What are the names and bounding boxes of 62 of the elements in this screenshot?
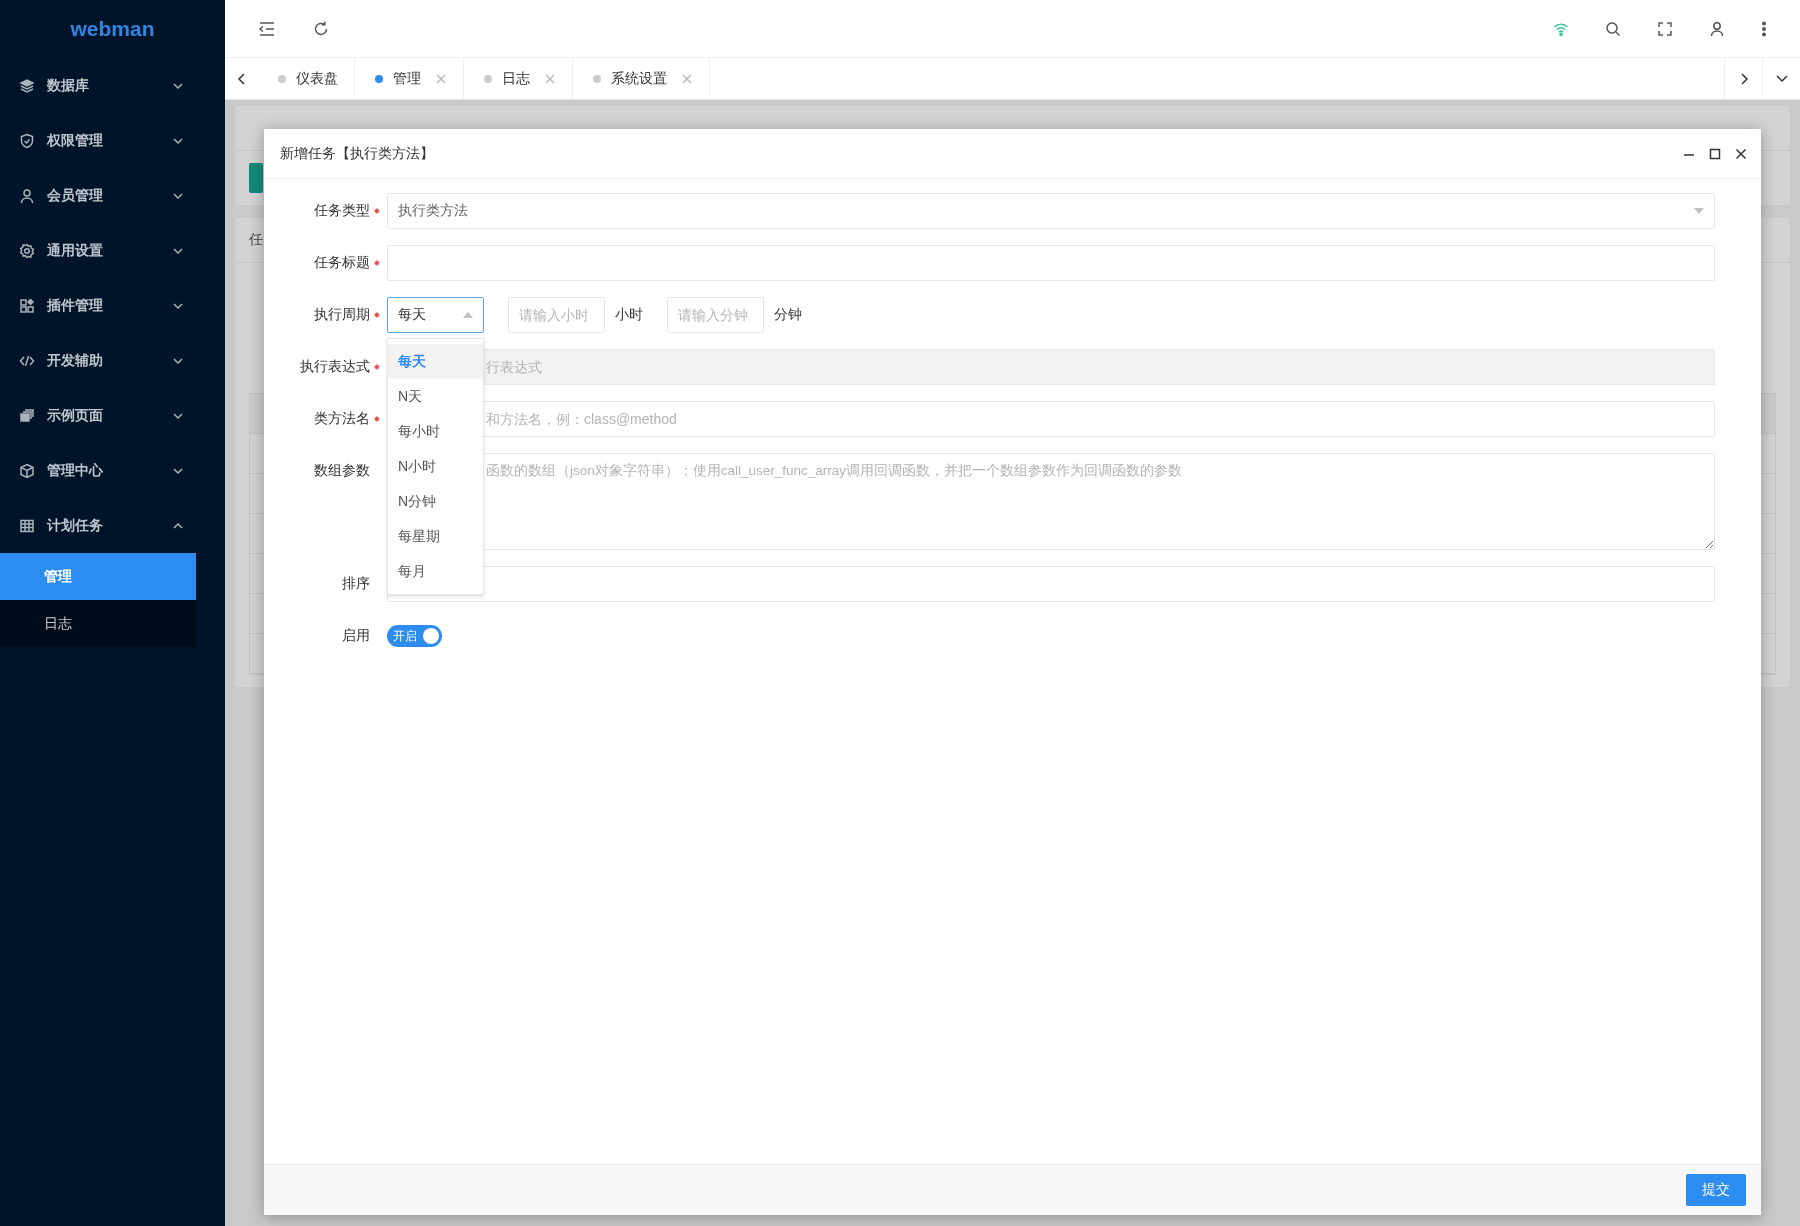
unit-label: 小时 <box>615 306 643 324</box>
text-field[interactable] <box>387 245 1715 281</box>
text-area[interactable]: 函数的数组（json对象字符串）；使用call_user_func_array调用回调函数，并把一个数组参数作为回调函数的参数 <box>484 453 1715 550</box>
chevron-right-icon <box>1738 71 1749 86</box>
dialog-title: 新增任务【执行类方法】 <box>280 144 435 163</box>
sidebar-item[interactable]: 开发辅助 <box>0 333 196 388</box>
hour-field[interactable]: 请输入小时 <box>508 297 605 333</box>
sidebar-item[interactable]: 通用设置 <box>0 223 196 278</box>
search-icon[interactable] <box>1605 20 1621 37</box>
wifi-icon[interactable] <box>1553 21 1569 36</box>
tab[interactable]: 仪表盘 <box>258 58 355 99</box>
stack-icon <box>19 77 35 94</box>
brand-logo: webman <box>70 17 155 41</box>
chevron-left-icon <box>236 71 247 86</box>
refresh-icon[interactable] <box>312 19 330 38</box>
sidebar-item[interactable]: 示例页面 <box>0 388 196 443</box>
sidebar-item[interactable]: 计划任务 <box>0 498 196 553</box>
dropdown-option[interactable]: 每小时 <box>388 414 483 449</box>
table-icon <box>19 517 35 534</box>
sidebar-item[interactable]: 插件管理 <box>0 278 196 333</box>
tab[interactable]: 系统设置 <box>573 58 710 99</box>
field-label: 排序 <box>342 575 370 593</box>
sidebar-item[interactable]: 权限管理 <box>0 113 196 168</box>
cube-icon <box>19 462 35 479</box>
close-icon[interactable] <box>1735 147 1747 160</box>
dropdown-option[interactable]: 每星期 <box>388 519 483 554</box>
dropdown-option[interactable]: 每月 <box>388 554 483 589</box>
dropdown-option[interactable]: N分钟 <box>388 484 483 519</box>
maximize-icon[interactable] <box>1709 147 1721 160</box>
field-label: 类方法名 <box>314 410 370 428</box>
select-field[interactable]: 执行类方法 <box>387 193 1715 229</box>
card-title: 任 <box>249 231 263 249</box>
sidebar-item[interactable]: 管理中心 <box>0 443 196 498</box>
field-label: 启用 <box>342 627 370 645</box>
gear-icon <box>19 242 35 259</box>
field-label: 执行表达式 <box>300 358 370 376</box>
sidebar-item[interactable]: 数据库 <box>0 58 196 113</box>
select-field[interactable]: 每天 <box>387 297 484 333</box>
submenu-item[interactable]: 日志 <box>0 600 196 647</box>
sidebar-item[interactable]: 会员管理 <box>0 168 196 223</box>
field-label: 数组参数 <box>314 462 370 480</box>
fullscreen-icon[interactable] <box>1657 20 1673 37</box>
dropdown-option[interactable]: N天 <box>388 379 483 414</box>
field-label: 任务类型 <box>314 202 370 220</box>
minute-field[interactable]: 请输入分钟 <box>667 297 764 333</box>
shield-icon <box>19 132 35 149</box>
tab[interactable]: 日志 <box>464 58 573 99</box>
field-label: 任务标题 <box>314 254 370 272</box>
user-icon[interactable] <box>1709 20 1725 37</box>
tab[interactable]: 管理 <box>355 58 464 99</box>
chevron-down-icon <box>1774 73 1789 84</box>
unit-label: 分钟 <box>774 306 802 324</box>
caret-up-icon <box>463 312 473 318</box>
menu-fold-icon[interactable] <box>258 19 276 38</box>
field-label: 执行周期 <box>314 306 370 324</box>
more-icon[interactable] <box>1761 20 1767 37</box>
text-field[interactable]: 和方法名，例：class@method <box>484 401 1715 437</box>
user-icon <box>19 187 35 204</box>
caret-down-icon <box>1694 208 1704 214</box>
dropdown-option[interactable]: N小时 <box>388 449 483 484</box>
blocks-icon <box>19 297 35 314</box>
cards-icon <box>19 407 35 424</box>
